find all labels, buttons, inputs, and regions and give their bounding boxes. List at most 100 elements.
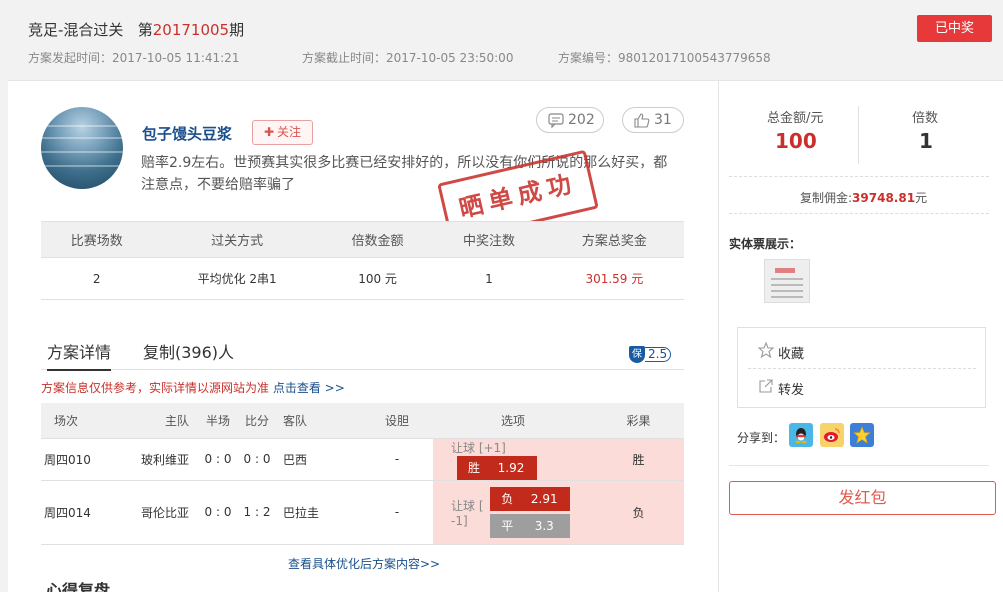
match-count: 2: [41, 257, 153, 300]
tab-copiers[interactable]: 复制(396)人: [143, 339, 234, 363]
plus-icon: ✚: [263, 125, 275, 139]
divider: [729, 465, 989, 466]
avatar[interactable]: [41, 107, 123, 189]
qzone-star-icon[interactable]: [850, 423, 874, 447]
col-header: 半场: [199, 403, 237, 439]
divider: [858, 106, 859, 164]
match-id: 周四010: [41, 438, 111, 481]
deadline-time: 方案截止时间：2017-10-05 23:50:00: [302, 51, 514, 65]
collect-button[interactable]: 收藏: [778, 343, 804, 362]
plan-code: 方案编号：98012017100543779658: [558, 51, 771, 65]
comment-icon: [548, 113, 564, 128]
physical-ticket-label: 实体票展示：: [729, 237, 802, 251]
thumbs-up-icon: [634, 113, 650, 128]
commission-value: 39748.81: [852, 191, 916, 205]
col-header: 彩果: [593, 403, 684, 439]
handicap: 让球 [ -1]: [451, 498, 484, 528]
col-header: 比分: [237, 403, 277, 439]
col-header: 场次: [41, 403, 111, 439]
title-suffix: 期: [229, 21, 245, 39]
commission-unit: 元: [915, 191, 928, 205]
match-result: 胜: [593, 438, 684, 481]
home-team[interactable]: 哥伦比亚: [111, 480, 199, 545]
table-row: 周四010 玻利维亚 0 : 0 0 : 0 巴西 - 让球 [+1] 胜 1.9…: [41, 438, 684, 481]
share-label: 分享到：: [737, 431, 786, 445]
total-prize: 301.59 元: [544, 257, 684, 300]
half-score: 0 : 0: [199, 480, 237, 545]
guarantee-badge[interactable]: 保 2.5: [629, 346, 672, 363]
lottery-type: 竞足-混合过关: [28, 21, 124, 39]
winning-bets: 1: [433, 257, 545, 300]
ticket-thumbnail[interactable]: [764, 259, 810, 303]
option-key: 负: [501, 491, 514, 506]
full-score: 0 : 0: [237, 438, 277, 481]
col-header: 客队: [277, 403, 361, 439]
option-chip: 平 3.3: [490, 513, 571, 538]
comment-count-button[interactable]: 202: [536, 107, 604, 133]
option-key: 胜: [467, 460, 480, 475]
bet-amount: 100 元: [321, 257, 434, 300]
forward-button[interactable]: 转发: [778, 379, 804, 398]
follow-label: 关注: [277, 125, 302, 139]
home-team[interactable]: 玻利维亚: [111, 438, 199, 481]
option-chip: 负 2.91: [490, 486, 571, 511]
option-key: 平: [501, 518, 514, 533]
disclaimer-text: 方案信息仅供参考，实际详情以源网站为准: [41, 381, 270, 395]
full-score: 1 : 2: [237, 480, 277, 545]
follow-button[interactable]: ✚ 关注: [252, 120, 313, 145]
half-score: 0 : 0: [199, 438, 237, 481]
banker: -: [361, 438, 433, 481]
summary-header: 过关方式: [152, 221, 322, 258]
comment-count: 202: [568, 112, 595, 128]
like-count: 31: [654, 112, 672, 128]
like-button[interactable]: 31: [622, 107, 684, 133]
col-header: 设胆: [361, 403, 433, 439]
guarantee-value: 2.5: [645, 347, 672, 362]
review-section-title: 心得复盘: [46, 581, 111, 592]
copy-commission: 复制佣金:39748.81元: [800, 189, 927, 206]
share-arrow-icon: [758, 378, 774, 398]
summary-header: 方案总奖金: [544, 221, 684, 258]
qq-icon[interactable]: [789, 423, 813, 447]
divider: [729, 176, 989, 177]
username[interactable]: 包子馒头豆浆: [142, 123, 232, 144]
match-result: 负: [593, 480, 684, 545]
plan-tabs: 方案详情 复制(396)人 保 2.5: [41, 337, 684, 371]
away-team[interactable]: 巴拉圭: [277, 480, 361, 545]
table-row: 周四014 哥伦比亚 0 : 0 1 : 2 巴拉圭 - 让球 [ -1] 负 2…: [41, 480, 684, 545]
divider: [748, 368, 976, 369]
option-chip: 胜 1.92: [457, 455, 537, 480]
divider: [729, 213, 989, 214]
col-header: 主队: [111, 403, 199, 439]
view-source-link[interactable]: 点击查看 >>: [273, 381, 345, 395]
away-team[interactable]: 巴西: [277, 438, 361, 481]
option-cell: 让球 [ -1] 负 2.91 平 3.3: [433, 480, 593, 545]
col-header: 选项: [433, 403, 593, 439]
pass-type: 平均优化 2串1: [152, 257, 322, 300]
match-id: 周四014: [41, 480, 111, 545]
commission-label: 复制佣金:: [800, 191, 853, 205]
summary-header: 倍数金额: [321, 221, 434, 258]
multiple-value: 1: [919, 129, 933, 153]
banker: -: [361, 480, 433, 545]
summary-header: 中奖注数: [433, 221, 545, 258]
option-odds: 3.3: [534, 518, 554, 533]
summary-table: 比赛场数 过关方式 倍数金额 中奖注数 方案总奖金 2 平均优化 2串1 100…: [41, 221, 684, 300]
option-odds: 2.91: [530, 491, 558, 506]
created-time: 方案发起时间：2017-10-05 11:41:21: [28, 51, 240, 65]
send-red-packet-button[interactable]: 发红包: [729, 481, 996, 515]
handicap: 让球 [+1]: [451, 440, 506, 455]
won-status-badge: 已中奖: [917, 15, 992, 42]
view-optimized-plan-link[interactable]: 查看具体优化后方案内容>>: [288, 555, 440, 572]
disclaimer-note: 方案信息仅供参考，实际详情以源网站为准 点击查看 >>: [41, 379, 345, 396]
side-panel: 总金额/元 100 倍数 1 复制佣金:39748.81元 实体票展示： 收藏 …: [719, 80, 1003, 592]
summary-header: 比赛场数: [41, 221, 153, 258]
star-icon: [757, 341, 775, 362]
tab-plan-detail[interactable]: 方案详情: [47, 339, 112, 371]
multiple-label: 倍数: [912, 111, 939, 126]
action-box: 收藏 转发: [737, 327, 986, 408]
total-amount-label: 总金额/元: [767, 111, 824, 126]
weibo-icon[interactable]: [820, 423, 844, 447]
match-table: 场次 主队 半场 比分 客队 设胆 选项 彩果 周四010 玻利维亚 0 : 0…: [41, 403, 684, 545]
total-amount-value: 100: [775, 129, 817, 153]
